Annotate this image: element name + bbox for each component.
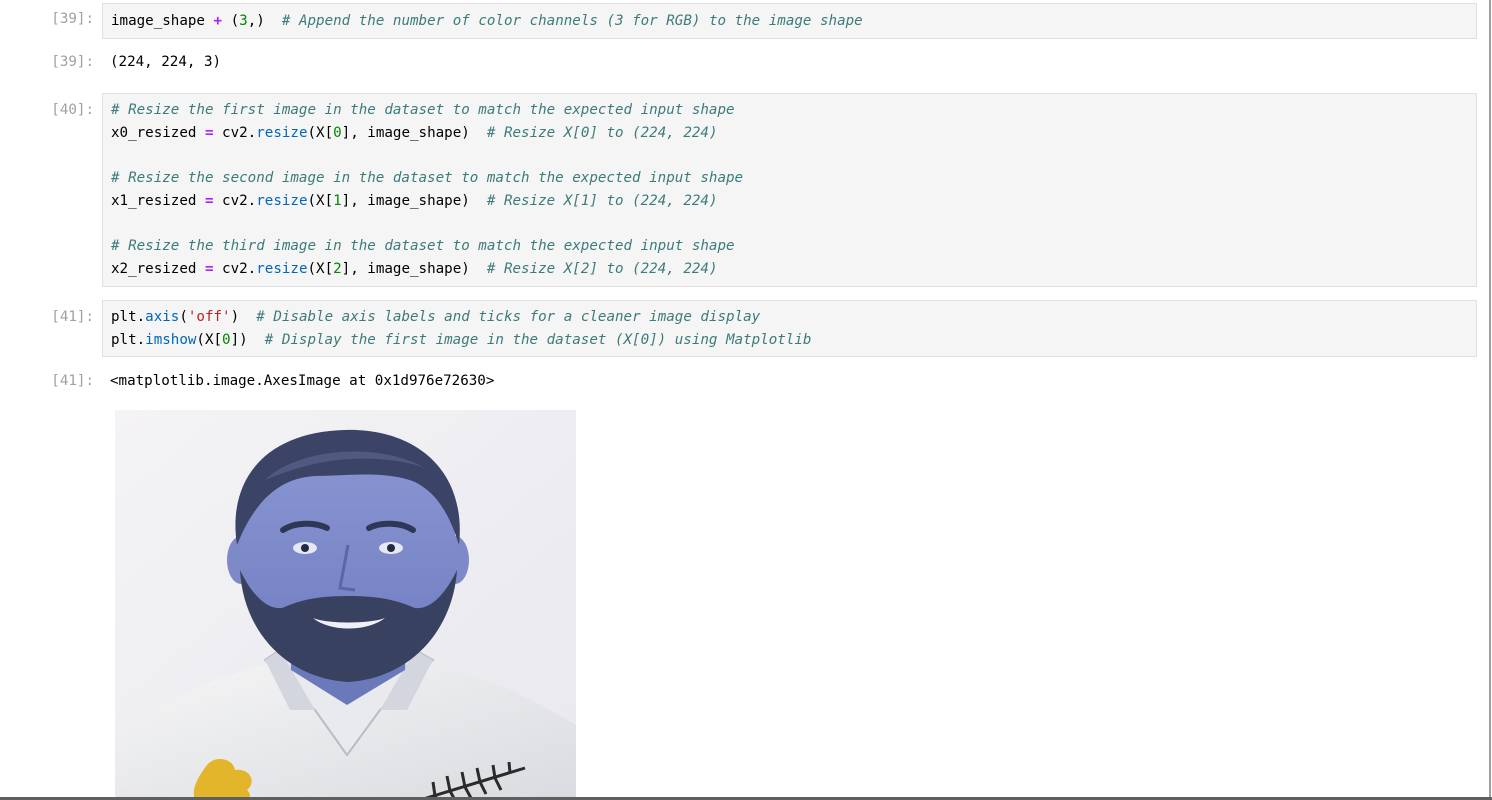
code-token: ], image_shape) <box>341 261 487 277</box>
output-prompt-39: [39]: <box>51 54 94 70</box>
number-token: 2 <box>333 261 342 277</box>
code-token: x1_resized <box>111 193 205 209</box>
code-line: x0_resized = cv2.resize(X[0], image_shap… <box>111 122 1476 145</box>
code-comment: # Display the first image in the dataset… <box>264 332 812 348</box>
input-prompt-40: [40]: <box>51 102 94 118</box>
code-token: cv2. <box>213 125 257 141</box>
operator-token: + <box>213 13 223 29</box>
code-line: plt.imshow(X[0]) # Display the first ima… <box>111 329 1476 352</box>
method-token: resize <box>256 261 308 277</box>
code-token: x0_resized <box>111 125 205 141</box>
code-cell-39[interactable]: image_shape + (3,) # Append the number o… <box>102 3 1477 39</box>
input-prompt-39: [39]: <box>51 11 94 27</box>
number-token: 0 <box>333 125 342 141</box>
code-line: # Resize the second image in the dataset… <box>111 167 1476 190</box>
imshow-output-image <box>115 410 576 800</box>
notebook-right-border <box>1489 0 1491 800</box>
code-token: ( <box>222 13 240 29</box>
code-comment: # Resize X[1] to (224, 224) <box>486 193 718 209</box>
code-comment: # Resize the third image in the dataset … <box>111 238 735 254</box>
code-comment: # Disable axis labels and ticks for a cl… <box>256 309 761 325</box>
code-token: cv2. <box>213 193 257 209</box>
code-token: ) <box>230 309 257 325</box>
operator-token: = <box>204 125 214 141</box>
code-token: ]) <box>230 332 265 348</box>
code-token: ], image_shape) <box>341 193 487 209</box>
string-token: 'off' <box>187 309 231 325</box>
method-token: axis <box>145 309 180 325</box>
code-line: # Resize the first image in the dataset … <box>111 99 1476 122</box>
code-token: image_shape <box>111 13 214 29</box>
code-token: ,) <box>247 13 282 29</box>
method-token: resize <box>256 125 308 141</box>
method-token: resize <box>256 193 308 209</box>
number-token: 3 <box>239 13 248 29</box>
output-prompt-41: [41]: <box>51 373 94 389</box>
code-token: plt. <box>111 309 146 325</box>
number-token: 0 <box>222 332 231 348</box>
code-token: plt. <box>111 332 146 348</box>
code-token: (X[ <box>196 332 223 348</box>
code-comment: # Resize X[2] to (224, 224) <box>486 261 718 277</box>
code-cell-40[interactable]: # Resize the first image in the dataset … <box>102 93 1477 287</box>
code-token: cv2. <box>213 261 257 277</box>
portrait-photo <box>115 410 576 800</box>
code-token: ], image_shape) <box>341 125 487 141</box>
code-comment: # Resize the second image in the dataset… <box>111 170 744 186</box>
code-line: x1_resized = cv2.resize(X[1], image_shap… <box>111 190 1476 213</box>
code-token: (X[ <box>307 125 334 141</box>
code-comment: # Resize X[0] to (224, 224) <box>486 125 718 141</box>
code-token: (X[ <box>307 261 334 277</box>
code-line: plt.axis('off') # Disable axis labels an… <box>111 306 1476 329</box>
operator-token: = <box>204 193 214 209</box>
input-prompt-41: [41]: <box>51 309 94 325</box>
code-comment: # Resize the first image in the dataset … <box>111 102 735 118</box>
code-token: ( <box>179 309 188 325</box>
method-token: imshow <box>145 332 197 348</box>
cell-output-39: (224, 224, 3) <box>110 54 222 70</box>
code-line: image_shape + (3,) # Append the number o… <box>111 10 1476 33</box>
operator-token: = <box>204 261 214 277</box>
code-cell-41[interactable]: plt.axis('off') # Disable axis labels an… <box>102 300 1477 357</box>
code-token: (X[ <box>307 193 334 209</box>
cell-output-41: <matplotlib.image.AxesImage at 0x1d976e7… <box>110 373 495 389</box>
code-token: x2_resized <box>111 261 205 277</box>
code-line: # Resize the third image in the dataset … <box>111 235 1476 258</box>
code-line: x2_resized = cv2.resize(X[2], image_shap… <box>111 258 1476 281</box>
number-token: 1 <box>333 193 342 209</box>
code-comment: # Append the number of color channels (3… <box>281 13 863 29</box>
